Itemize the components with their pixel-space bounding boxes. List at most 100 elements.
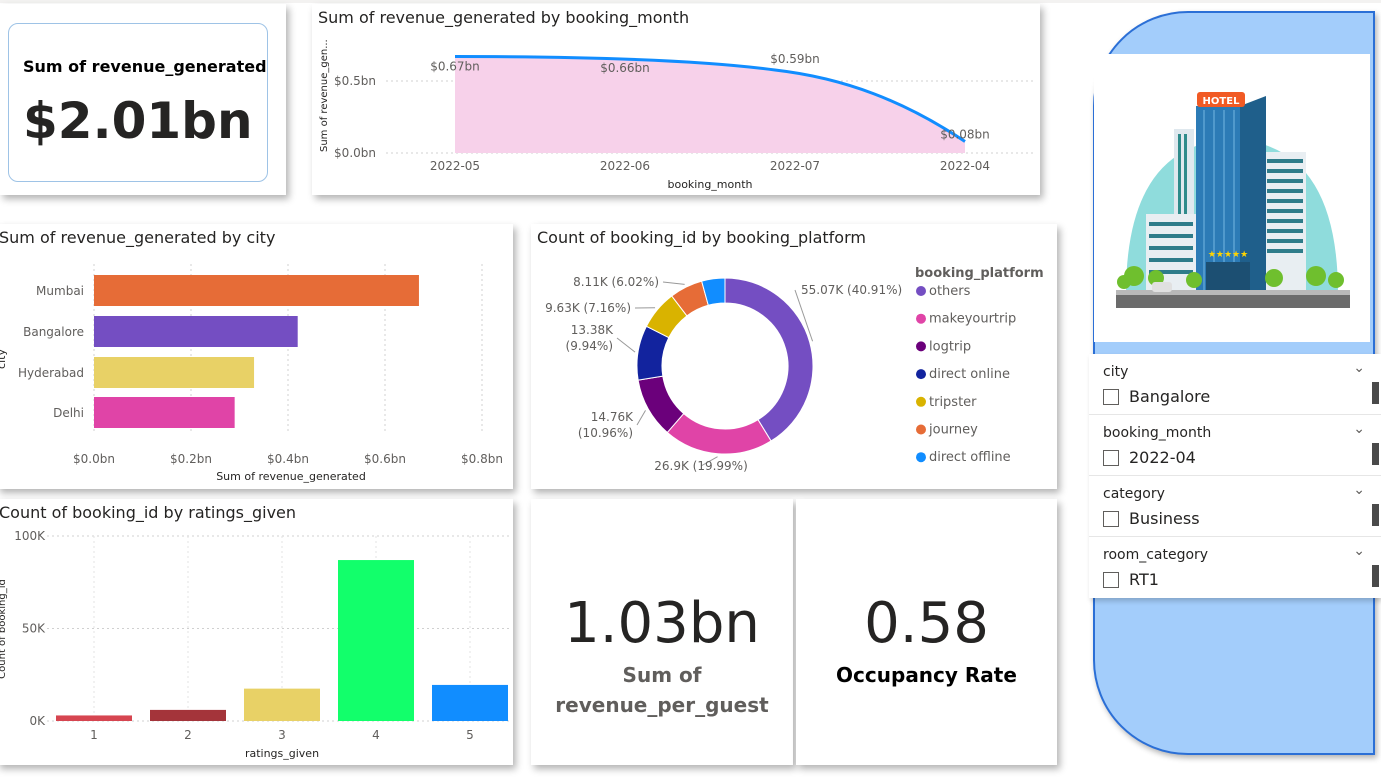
- slicer-booking-month-option[interactable]: 2022-04: [1129, 448, 1196, 467]
- ratings-bar-xtick: 5: [466, 728, 474, 742]
- donut-legend-item: direct offline: [929, 450, 1011, 465]
- donut-legend-swatch: [916, 313, 926, 324]
- slicer-city-scrollbar[interactable]: [1372, 382, 1379, 404]
- slicer-booking-month[interactable]: booking_month ⌄ 2022-04: [1089, 415, 1381, 476]
- ratings-bar: [56, 715, 132, 721]
- city-bar-xtick: $0.2bn: [170, 452, 212, 466]
- ratings-bar: [244, 688, 320, 721]
- slicer-booking-month-checkbox[interactable]: [1103, 450, 1119, 466]
- line-chart-xtick: 2022-06: [600, 159, 650, 173]
- ratings-bar-ytick: 50K: [22, 622, 46, 636]
- city-bar: [94, 357, 255, 388]
- donut-legend-item: logtrip: [929, 339, 971, 354]
- donut-data-label: 13.38K: [571, 323, 614, 337]
- slicer-category[interactable]: category ⌄ Business: [1089, 476, 1381, 537]
- city-bar-svg: city $0.0bn $0.2bn $0.4bn $0.6bn $0.8bn Mumba…: [0, 264, 503, 483]
- slicer-city-option[interactable]: Bangalore: [1129, 387, 1210, 406]
- ratings-bar-ylabel: Count of booking_id: [0, 579, 8, 679]
- platform-donut-card[interactable]: Count of booking_id by booking_platform …: [531, 224, 1057, 489]
- donut-legend-item: makeyourtrip: [929, 312, 1016, 327]
- kpi-occupancy-value: 0.58: [864, 591, 989, 656]
- ratings-bar: [338, 560, 414, 721]
- city-bar-category-label: Bangalore: [23, 325, 84, 339]
- line-chart-area: [455, 56, 965, 153]
- donut-data-label: 55.07K (40.91%): [801, 283, 902, 297]
- kpi-revenue-card[interactable]: Sum of revenue_generated $2.01bn: [0, 4, 286, 195]
- chevron-down-icon[interactable]: ⌄: [1353, 421, 1365, 437]
- donut-legend-swatch: [916, 396, 926, 407]
- platform-donut-svg: 55.07K (40.91%) 26.9K (19.99%) 14.76K (10.9…: [545, 266, 1044, 473]
- ratings-bar: [150, 709, 226, 721]
- donut-legend-swatch: [916, 369, 926, 380]
- slicer-booking-month-scrollbar[interactable]: [1372, 443, 1379, 465]
- slicer-category-checkbox[interactable]: [1103, 511, 1119, 527]
- slicer-category-header: category: [1103, 486, 1165, 502]
- donut-leader-line: [636, 410, 646, 426]
- donut-data-label: 8.11K (6.02%): [573, 275, 659, 289]
- ratings-bar-svg: Count of booking_id 0K 50K 100K 1 2 3 4 5 ratin…: [0, 529, 509, 760]
- line-chart-ylabel: Sum of revenue_gen...: [319, 39, 330, 152]
- chevron-down-icon[interactable]: ⌄: [1353, 482, 1365, 498]
- line-chart-ytick-0: $0.0bn: [334, 146, 376, 160]
- hotel-illustration: HOTEL ★★★★★: [1116, 92, 1350, 308]
- hotel-image: HOTEL ★★★★★: [1094, 54, 1370, 342]
- ratings-bar-xtick: 3: [278, 728, 286, 742]
- hotel-sign: HOTEL: [1203, 96, 1241, 107]
- city-bar: [94, 316, 298, 347]
- kpi-occupancy-card[interactable]: 0.58 Occupancy Rate: [796, 499, 1057, 765]
- slicer-city-header: city: [1103, 364, 1129, 380]
- slicer-room-category-checkbox[interactable]: [1103, 572, 1119, 588]
- donut-legend-swatch: [916, 424, 926, 435]
- line-chart-xtick: 2022-04: [940, 159, 990, 173]
- line-chart-card[interactable]: Sum of revenue_generated by booking_mont…: [312, 4, 1040, 195]
- city-bar-xtick: $0.0bn: [73, 452, 115, 466]
- ratings-bar-xlabel: ratings_given: [245, 747, 319, 760]
- hotel-stars: ★★★★★: [1208, 250, 1248, 260]
- top-divider: [0, 0, 1381, 3]
- city-bar: [94, 275, 419, 306]
- ratings-bar-ytick: 0K: [29, 714, 46, 728]
- donut-leader-line: [662, 281, 685, 285]
- donut-data-label: 9.63K (7.16%): [545, 301, 631, 315]
- city-bar-card[interactable]: Sum of revenue_generated by city city $0…: [0, 224, 513, 489]
- donut-slice: [666, 412, 772, 455]
- kpi-rpg-card[interactable]: 1.03bn Sum of revenue_per_guest: [531, 499, 793, 765]
- slicers-panel: city ⌄ Bangalore booking_month ⌄ 2022-04…: [1089, 354, 1381, 598]
- donut-legend-item: journey: [928, 423, 978, 438]
- slicer-room-category[interactable]: room_category ⌄ RT1: [1089, 537, 1381, 598]
- slicer-room-category-scrollbar[interactable]: [1372, 565, 1379, 587]
- donut-slice: [724, 277, 814, 442]
- line-chart-data-label: $0.59bn: [770, 52, 820, 66]
- ratings-bar: [432, 684, 508, 721]
- kpi-revenue-value: $2.01bn: [23, 92, 253, 150]
- line-chart-xtick: 2022-07: [770, 159, 820, 173]
- donut-legend-swatch: [916, 341, 926, 352]
- slicer-category-scrollbar[interactable]: [1372, 504, 1379, 526]
- city-bar-category-label: Delhi: [53, 406, 84, 420]
- slicer-booking-month-header: booking_month: [1103, 425, 1212, 441]
- donut-legend-item: tripster: [929, 395, 977, 410]
- slicer-city[interactable]: city ⌄ Bangalore: [1089, 354, 1381, 415]
- slicer-category-option[interactable]: Business: [1129, 509, 1200, 528]
- city-bar-xtick: $0.6bn: [364, 452, 406, 466]
- donut-data-label: (9.94%): [566, 339, 613, 353]
- ratings-bar-xtick: 2: [184, 728, 192, 742]
- line-chart-svg: Sum of revenue_gen... $0.0bn $0.5bn $0.6…: [319, 39, 1036, 191]
- chevron-down-icon[interactable]: ⌄: [1353, 360, 1365, 376]
- ratings-bar-card[interactable]: Count of booking_id by ratings_given Cou…: [0, 499, 513, 765]
- donut-data-label: 26.9K (19.99%): [654, 459, 748, 473]
- city-bar-category-label: Hyderabad: [18, 366, 84, 380]
- city-bar-category-label: Mumbai: [36, 284, 84, 298]
- chevron-down-icon[interactable]: ⌄: [1353, 543, 1365, 559]
- line-chart-data-label: $0.66bn: [600, 61, 650, 75]
- kpi-revenue-title: Sum of revenue_generated: [23, 57, 267, 76]
- line-chart-data-label: $0.67bn: [430, 60, 480, 74]
- city-bar: [94, 397, 235, 428]
- donut-legend-swatch: [916, 452, 926, 463]
- ratings-bar-xtick: 1: [90, 728, 98, 742]
- city-bar-xlabel: Sum of revenue_generated: [216, 470, 366, 483]
- slicer-city-checkbox[interactable]: [1103, 389, 1119, 405]
- kpi-revenue-frame: Sum of revenue_generated $2.01bn: [8, 23, 268, 182]
- kpi-rpg-label-2: revenue_per_guest: [555, 693, 769, 717]
- slicer-room-category-option[interactable]: RT1: [1129, 570, 1159, 589]
